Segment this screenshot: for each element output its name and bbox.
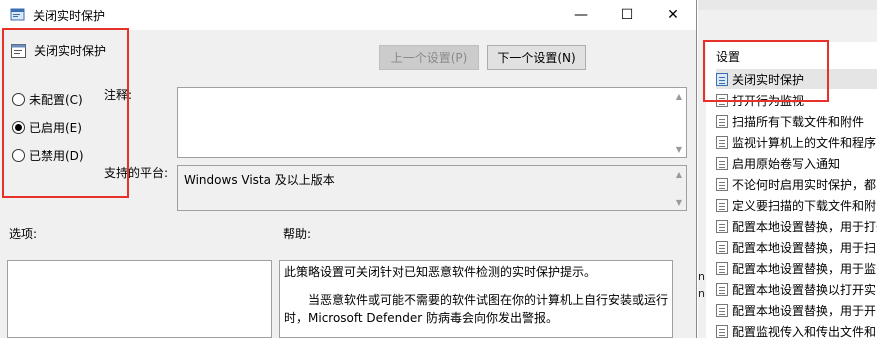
title-bar[interactable]: 关闭实时保护 — ☐ ✕	[0, 0, 696, 30]
scroll-down-icon[interactable]: ▼	[676, 145, 682, 154]
setting-item-9[interactable]: 配置本地设置替换，用于监	[716, 258, 877, 278]
policy-doc-icon	[716, 240, 728, 254]
help-paragraph-1: 此策略设置可关闭针对已知恶意软件检测的实时保护提示。	[284, 265, 597, 279]
panel-partial-text: n n	[698, 270, 705, 300]
options-pane[interactable]	[7, 260, 272, 338]
policy-doc-icon	[716, 177, 728, 191]
scroll-up-icon[interactable]: ▲	[676, 92, 682, 101]
setting-item-6[interactable]: 定义要扫描的下载文件和附	[716, 195, 877, 215]
close-button[interactable]: ✕	[650, 0, 696, 30]
comment-textarea[interactable]: ▲ ▼	[177, 87, 687, 158]
policy-doc-icon	[716, 219, 728, 233]
policy-app-icon	[10, 8, 25, 21]
help-text: 此策略设置可关闭针对已知恶意软件检测的实时保护提示。 当恶意软件或可能不需要的软…	[284, 263, 674, 327]
setting-item-10[interactable]: 配置本地设置替换以打开实	[716, 279, 877, 299]
setting-item-11[interactable]: 配置本地设置替换，用于开	[716, 300, 877, 320]
policy-doc-icon	[716, 114, 728, 128]
platform-value: Windows Vista 及以上版本	[184, 173, 335, 187]
next-setting-button[interactable]: 下一个设置(N)	[487, 45, 586, 70]
window-title: 关闭实时保护	[33, 9, 106, 23]
policy-doc-icon	[716, 135, 728, 149]
setting-item-3[interactable]: 监视计算机上的文件和程序	[716, 132, 877, 152]
help-paragraph-2: 当恶意软件或可能不需要的软件试图在你的计算机上自行安装或运行时，Microsof…	[284, 293, 669, 325]
maximize-button[interactable]: ☐	[604, 0, 650, 30]
policy-dialog: 关闭实时保护 — ☐ ✕ 关闭实时保护 上一个设置(P) 下一个设置(N) 未配…	[0, 0, 697, 338]
minimize-icon: —	[574, 7, 588, 23]
setting-item-2[interactable]: 扫描所有下载文件和附件	[716, 111, 877, 131]
setting-item-7[interactable]: 配置本地设置替换，用于打开	[716, 216, 877, 236]
maximize-icon: ☐	[620, 7, 634, 23]
policy-doc-icon	[716, 198, 728, 212]
platform-field[interactable]: Windows Vista 及以上版本 ▲ ▼	[177, 165, 687, 211]
policy-doc-icon	[716, 303, 728, 317]
minimize-button[interactable]: —	[558, 0, 604, 30]
policy-doc-icon	[716, 156, 728, 170]
options-label: 选项:	[9, 227, 38, 241]
setting-item-8[interactable]: 配置本地设置替换，用于扫	[716, 237, 877, 257]
policy-doc-icon	[716, 261, 728, 275]
policy-doc-icon	[716, 324, 728, 338]
policy-doc-icon	[716, 282, 728, 296]
close-icon: ✕	[667, 7, 679, 23]
previous-setting-button[interactable]: 上一个设置(P)	[379, 45, 479, 70]
help-label: 帮助:	[283, 227, 312, 241]
highlight-box-options	[2, 28, 129, 198]
panel-header-strip	[698, 0, 877, 10]
scroll-down-icon[interactable]: ▼	[676, 198, 682, 207]
setting-item-5[interactable]: 不论何时启用实时保护，都	[716, 174, 877, 194]
highlight-box-settings	[703, 40, 829, 102]
scroll-up-icon[interactable]: ▲	[676, 170, 682, 179]
setting-item-4[interactable]: 启用原始卷写入通知	[716, 153, 877, 173]
setting-item-12[interactable]: 配置监视传入和传出文件和	[716, 321, 877, 338]
